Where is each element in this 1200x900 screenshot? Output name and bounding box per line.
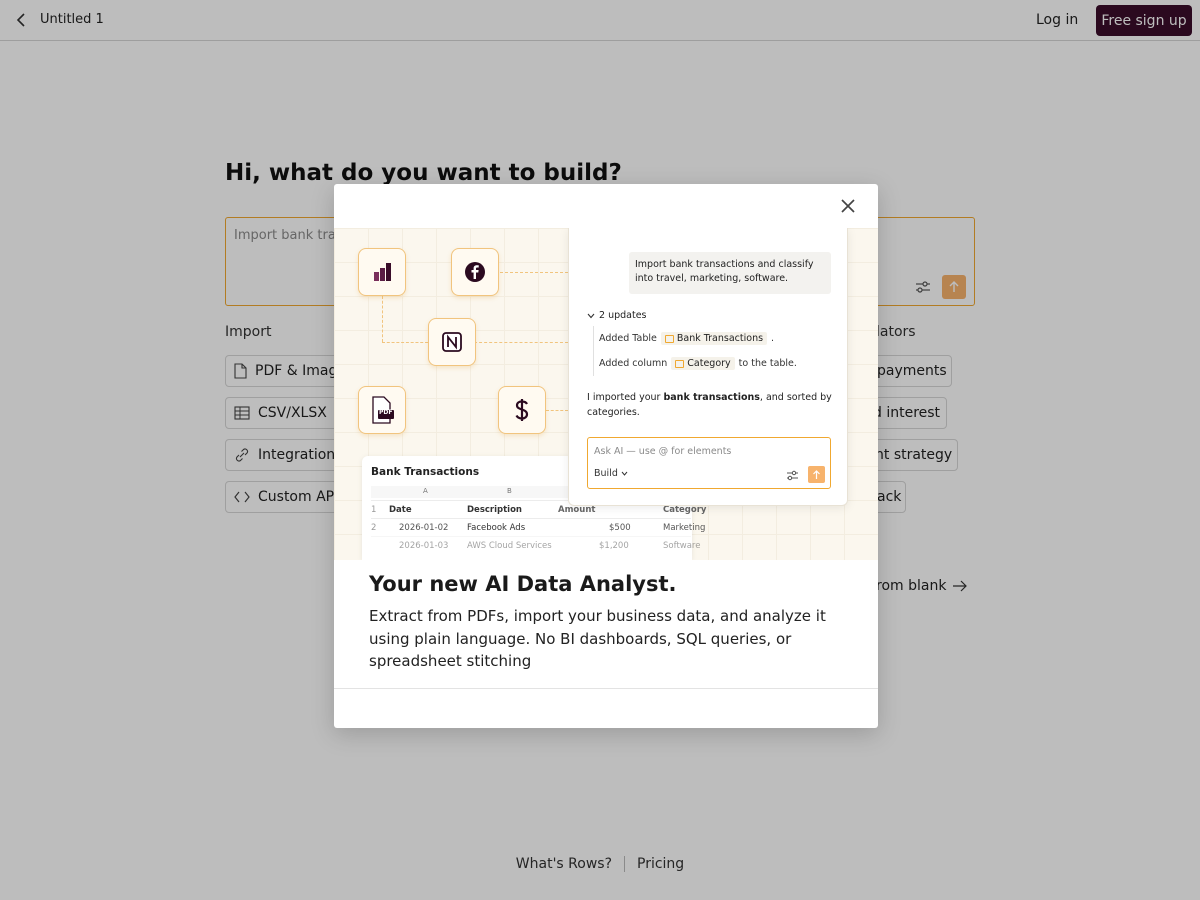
cell-amount: $500 xyxy=(609,523,631,533)
table-title: Bank Transactions xyxy=(371,466,480,478)
updates-rail xyxy=(593,326,594,376)
build-mode-select: Build xyxy=(594,468,628,479)
update-text: . xyxy=(771,333,775,344)
table-row: 2 2026-01-02 Facebook Ads $500 Marketing xyxy=(371,518,705,536)
updates-label: 2 updates xyxy=(599,310,647,321)
col-letter-a: A xyxy=(423,487,428,495)
notion-tile xyxy=(428,318,476,366)
arrow-up-icon xyxy=(808,466,825,483)
cell-date: 2026-01-02 xyxy=(399,523,449,533)
pdf-badge-label: PDF xyxy=(379,409,393,416)
pill-label: Bank Transactions xyxy=(676,333,764,344)
dollar-icon xyxy=(515,399,529,421)
pill-label: Category xyxy=(687,358,731,369)
pdf-tile: PDF xyxy=(358,386,406,434)
table-row: 2026-01-03 AWS Cloud Services $1,200 Sof… xyxy=(371,536,700,554)
connector-line xyxy=(546,410,568,411)
modal-heading: Your new AI Data Analyst. xyxy=(369,572,677,596)
ask-ai-box: Ask AI — use @ for elements Build xyxy=(587,437,831,489)
column-icon xyxy=(675,359,685,368)
update-text: Added column xyxy=(599,358,668,369)
modal-divider xyxy=(334,688,878,689)
update-text: Added Table xyxy=(599,333,657,344)
facebook-icon xyxy=(465,262,485,282)
ai-chat-preview: Import bank transactions and classify in… xyxy=(568,228,848,506)
cell-category: Marketing xyxy=(663,523,706,533)
header-amount: Amount xyxy=(558,505,596,515)
cell-date: 2026-01-03 xyxy=(399,541,449,551)
close-icon xyxy=(841,199,855,213)
ask-ai-placeholder: Ask AI — use @ for elements xyxy=(594,446,732,457)
header-category: Category xyxy=(663,505,707,515)
connector-line xyxy=(382,342,428,343)
announcement-modal: PDF Bank Transactions A B 1 Date Descrip… xyxy=(334,184,878,728)
modal-description: Extract from PDFs, import your business … xyxy=(369,607,826,670)
row-number: 2 xyxy=(371,523,377,533)
update-item: Added Table Bank Transactions . xyxy=(599,332,774,345)
close-button[interactable] xyxy=(836,194,860,218)
notion-icon xyxy=(442,332,462,352)
col-letter-b: B xyxy=(507,487,512,495)
header-description: Description xyxy=(467,505,522,515)
table-pill: Bank Transactions xyxy=(660,332,768,345)
cell-description: AWS Cloud Services xyxy=(467,541,552,551)
chevron-down-icon xyxy=(587,313,595,318)
facebook-tile xyxy=(451,248,499,296)
header-date: Date xyxy=(389,505,412,515)
sliders-icon xyxy=(784,467,800,483)
column-pill: Category xyxy=(671,357,735,370)
powerbi-icon xyxy=(374,263,391,281)
cell-description: Facebook Ads xyxy=(467,523,526,533)
cell-amount: $1,200 xyxy=(599,541,629,551)
update-text: to the table. xyxy=(738,358,797,369)
reply-text: I imported your xyxy=(587,392,664,403)
connector-line xyxy=(382,296,383,342)
feature-illustration: PDF Bank Transactions A B 1 Date Descrip… xyxy=(334,228,878,560)
update-item: Added column Category to the table. xyxy=(599,357,797,370)
chevron-down-icon xyxy=(621,471,628,476)
cell-category: Software xyxy=(663,541,701,551)
build-label: Build xyxy=(594,468,618,479)
connector-line xyxy=(474,342,568,343)
ai-reply: I imported your bank transactions, and s… xyxy=(587,390,837,420)
table-icon xyxy=(664,334,674,343)
powerbi-tile xyxy=(358,248,406,296)
reply-bold: bank transactions xyxy=(663,392,760,403)
updates-toggle: 2 updates xyxy=(587,310,647,321)
user-message: Import bank transactions and classify in… xyxy=(629,252,831,294)
dollar-tile xyxy=(498,386,546,434)
